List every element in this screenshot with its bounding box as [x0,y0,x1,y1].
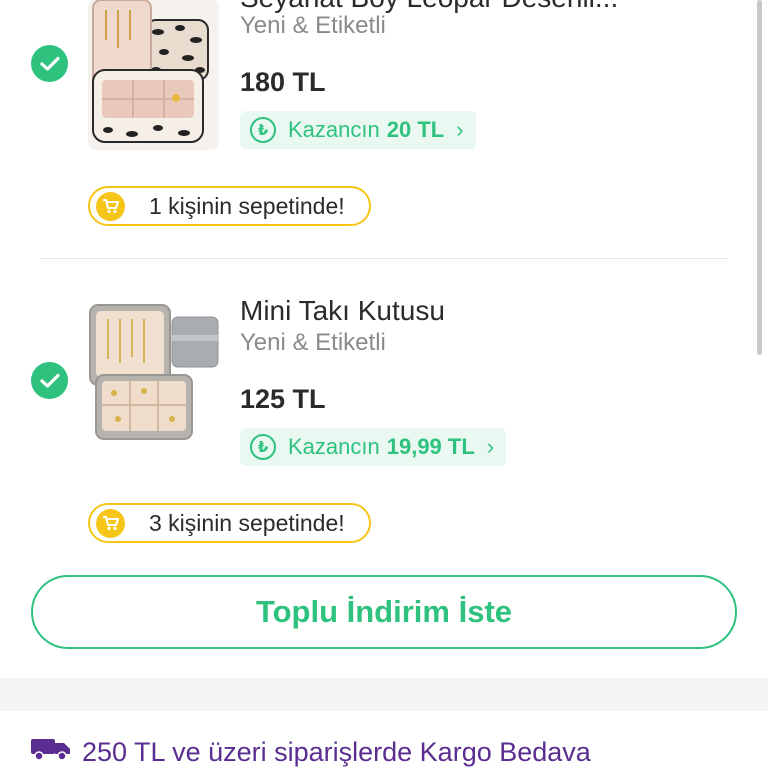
item-condition: Yeni & Etiketli [240,329,386,356]
earnings-label: Kazancın [288,434,380,459]
product-image[interactable] [88,295,219,445]
basket-count-badge: 3 kişinin sepetinde! [88,503,371,543]
check-icon [39,373,60,388]
item-title[interactable]: Mini Takı Kutusu [240,295,445,327]
earnings-badge[interactable]: ₺ Kazancın 20 TL › [240,111,476,149]
leopard-jewelry-box-image [88,0,219,150]
chevron-right-icon: › [486,434,495,459]
item-price: 125 TL [240,384,326,414]
lira-coin-icon: ₺ [250,434,276,460]
item-select-checkbox[interactable] [31,362,68,399]
basket-count-text: 1 kişinin sepetinde! [149,192,345,219]
scrollbar[interactable] [757,0,762,355]
item-price: 180 TL [240,67,326,97]
free-shipping-text: 250 TL ve üzeri siparişlerde Kargo Bedav… [82,737,591,767]
item-divider [40,258,728,259]
check-icon [39,56,60,71]
item-select-checkbox[interactable] [31,45,68,82]
product-image[interactable] [88,0,219,150]
section-separator [0,678,768,711]
earnings-amount: 19,99 TL [386,434,475,459]
basket-count-text: 3 kişinin sepetinde! [149,509,345,536]
truck-icon [30,736,72,769]
free-shipping-banner: 250 TL ve üzeri siparişlerde Kargo Bedav… [30,736,591,769]
cart-icon [96,191,125,221]
earnings-badge[interactable]: ₺ Kazancın 19,99 TL › [240,428,507,466]
lira-coin-icon: ₺ [250,117,276,143]
basket-count-badge: 1 kişinin sepetinde! [88,186,371,226]
earnings-label: Kazancın [288,117,380,142]
item-condition: Yeni & Etiketli [240,12,386,39]
earnings-amount: 20 TL [386,117,445,142]
cart-icon [96,508,125,538]
chevron-right-icon: › [456,117,464,142]
mini-jewelry-box-image [88,295,219,445]
bulk-discount-button[interactable]: Toplu İndirim İste [31,575,737,649]
